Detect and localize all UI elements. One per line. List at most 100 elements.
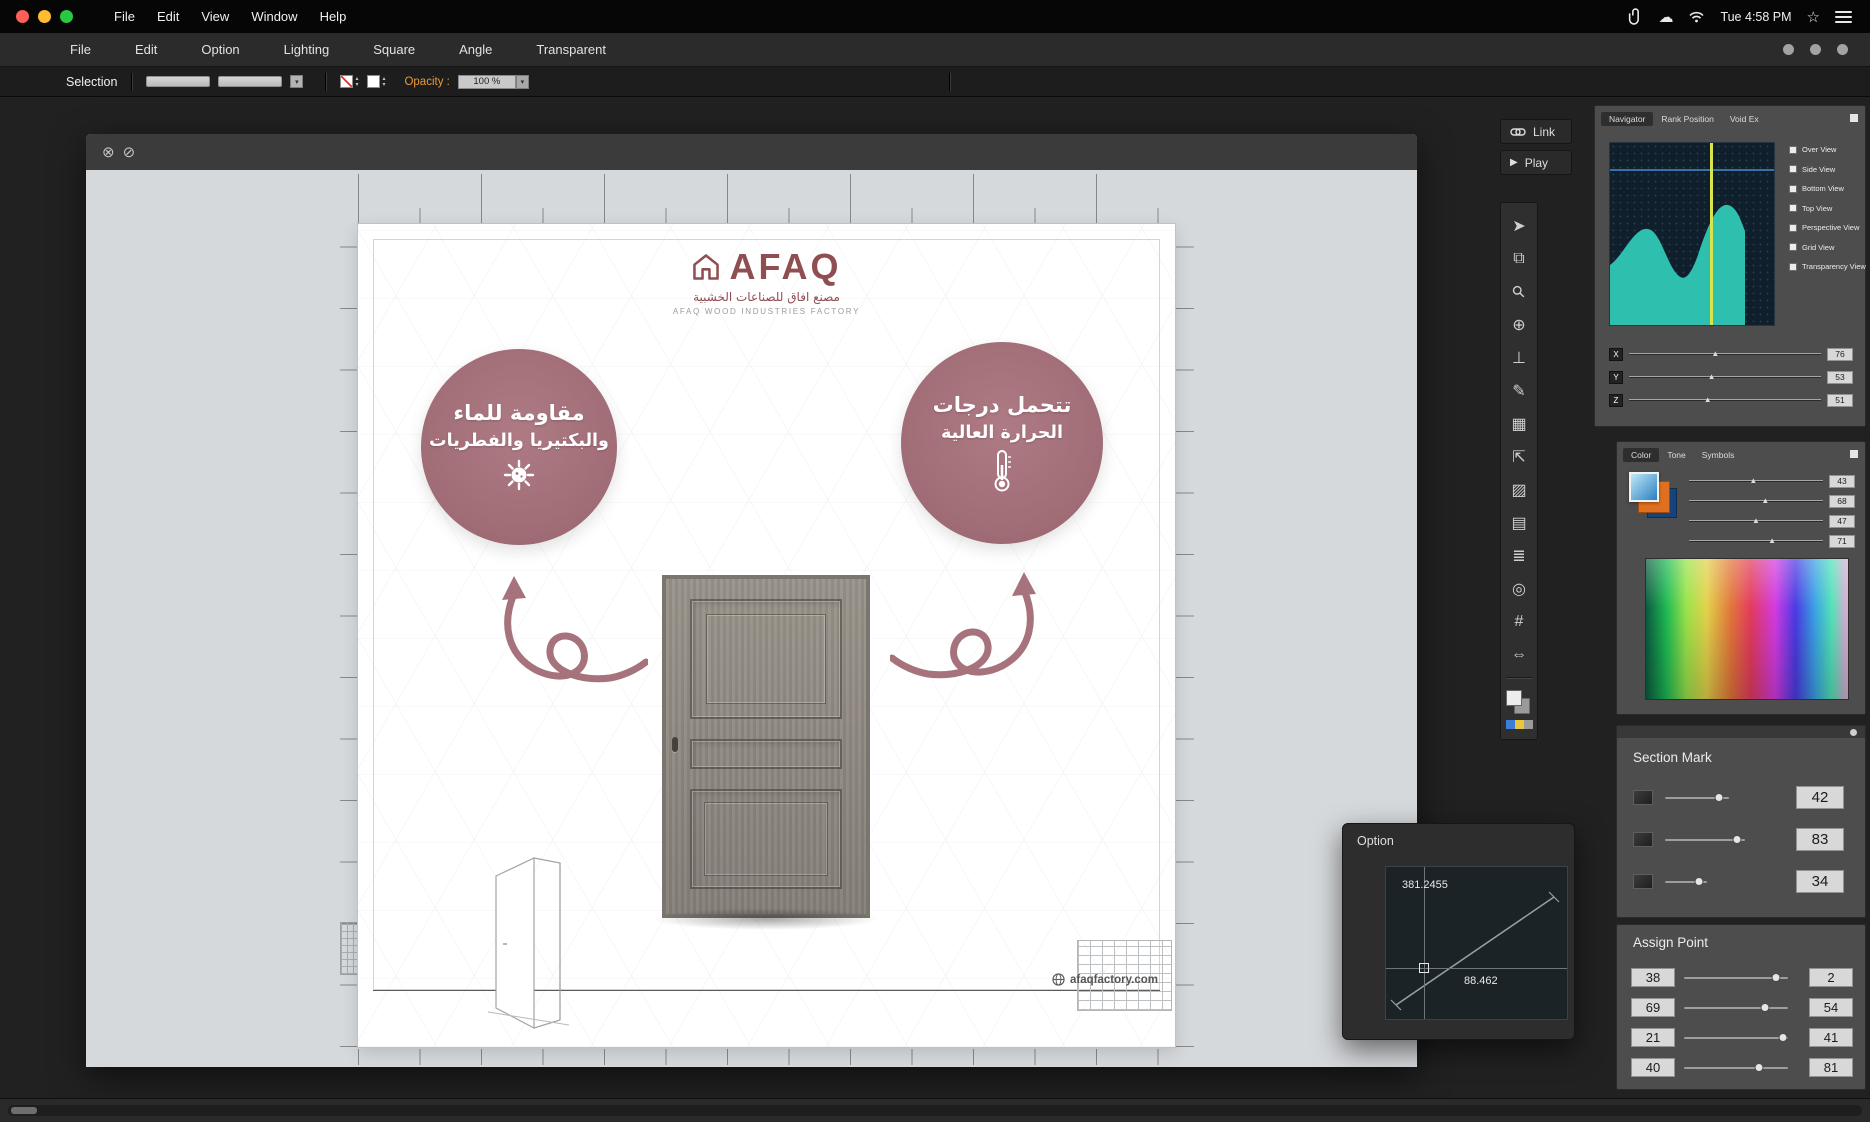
brush-size-slider[interactable] bbox=[218, 76, 282, 87]
assign-left-value-3[interactable]: 21 bbox=[1631, 1028, 1675, 1047]
mini-color-bar[interactable] bbox=[1506, 720, 1533, 729]
tab-color[interactable]: Color bbox=[1623, 448, 1659, 462]
checkbox-over-view[interactable] bbox=[1789, 146, 1797, 154]
paperclip-icon[interactable] bbox=[1628, 8, 1643, 25]
app-menu-option[interactable]: Option bbox=[179, 42, 261, 57]
navigator-preview[interactable] bbox=[1609, 142, 1775, 326]
panel-options-icon[interactable] bbox=[1850, 114, 1858, 122]
option-curve-editor[interactable]: 381.2455 88.462 bbox=[1385, 866, 1568, 1020]
app-menu-lighting[interactable]: Lighting bbox=[262, 42, 352, 57]
opacity-value-field[interactable]: 100 % bbox=[458, 75, 516, 89]
link-button[interactable]: Link bbox=[1500, 119, 1572, 144]
section-slider-1[interactable] bbox=[1665, 793, 1729, 802]
assign-left-value-1[interactable]: 38 bbox=[1631, 968, 1675, 987]
send-tool-icon[interactable]: ➤ bbox=[1500, 209, 1538, 242]
section-value-3[interactable]: 34 bbox=[1796, 870, 1844, 893]
document-titlebar[interactable]: ⊗ ⊘ bbox=[86, 134, 1417, 170]
color-value-3[interactable]: 47 bbox=[1829, 515, 1855, 528]
checkbox-top-view[interactable] bbox=[1789, 204, 1797, 212]
app-menu-square[interactable]: Square bbox=[351, 42, 437, 57]
inspect-tool-icon[interactable]: ⊕ bbox=[1500, 308, 1538, 341]
panel-options-icon[interactable] bbox=[1850, 450, 1858, 458]
hamburger-menu-icon[interactable] bbox=[1835, 11, 1852, 23]
section-value-1[interactable]: 42 bbox=[1796, 786, 1844, 809]
section-slider-2[interactable] bbox=[1665, 835, 1745, 844]
option-anchor-point[interactable] bbox=[1419, 963, 1429, 973]
tab-tone[interactable]: Tone bbox=[1659, 448, 1693, 462]
tab-navigator[interactable]: Navigator bbox=[1601, 112, 1653, 126]
document-canvas[interactable]: AFAQ مصنع افاق للصناعات الخشبية AFAQ WOO… bbox=[86, 170, 1417, 1067]
section-value-2[interactable]: 83 bbox=[1796, 828, 1844, 851]
assign-left-value-2[interactable]: 69 bbox=[1631, 998, 1675, 1017]
menu-edit[interactable]: Edit bbox=[146, 9, 190, 24]
y-axis-slider[interactable]: ▲ bbox=[1629, 371, 1821, 383]
app-menu-transparent[interactable]: Transparent bbox=[514, 42, 628, 57]
color-value-4[interactable]: 71 bbox=[1829, 535, 1855, 548]
star-icon[interactable]: ☆ bbox=[1807, 8, 1820, 26]
menu-view[interactable]: View bbox=[190, 9, 240, 24]
z-axis-value[interactable]: 51 bbox=[1827, 394, 1853, 407]
clamp-tool-icon[interactable]: ⊥ bbox=[1500, 341, 1538, 374]
wifi-icon[interactable] bbox=[1688, 10, 1705, 23]
tab-void-ex[interactable]: Void Ex bbox=[1722, 112, 1767, 126]
color-slider-2[interactable]: ▲ bbox=[1689, 495, 1823, 507]
assign-right-value-4[interactable]: 81 bbox=[1809, 1058, 1853, 1077]
tab-symbols[interactable]: Symbols bbox=[1694, 448, 1743, 462]
hash-tool-icon[interactable]: # bbox=[1500, 605, 1538, 638]
zoom-tool-icon[interactable]: ⚲ bbox=[1500, 275, 1538, 308]
cloud-icon[interactable]: ☁ bbox=[1658, 8, 1673, 26]
duplicate-tool-icon[interactable]: ⧉ bbox=[1500, 242, 1538, 275]
color-spectrum-picker[interactable] bbox=[1645, 558, 1849, 700]
assign-slider-2[interactable] bbox=[1684, 1003, 1788, 1012]
columns-tool-icon[interactable]: ▤ bbox=[1500, 506, 1538, 539]
assign-slider-1[interactable] bbox=[1684, 973, 1788, 982]
z-axis-slider[interactable]: ▲ bbox=[1629, 394, 1821, 406]
stroke-stepper[interactable]: ▴▾ bbox=[355, 76, 358, 88]
slider-dropdown-icon[interactable]: ▾ bbox=[290, 75, 303, 88]
x-axis-slider[interactable]: ▲ bbox=[1629, 348, 1821, 360]
export-tool-icon[interactable]: ⇱ bbox=[1500, 440, 1538, 473]
menu-file[interactable]: File bbox=[103, 9, 146, 24]
fill-color-swatch[interactable] bbox=[367, 75, 380, 88]
assign-left-value-4[interactable]: 40 bbox=[1631, 1058, 1675, 1077]
pattern-tool-icon[interactable]: ▦ bbox=[1500, 407, 1538, 440]
assign-slider-3[interactable] bbox=[1684, 1033, 1788, 1042]
color-slider-1[interactable]: ▲ bbox=[1689, 475, 1823, 487]
lens-tool-icon[interactable]: ◎ bbox=[1500, 572, 1538, 605]
color-swatch-stack[interactable] bbox=[1629, 472, 1681, 524]
app-control-dot-3[interactable] bbox=[1837, 44, 1848, 55]
color-slider-4[interactable]: ▲ bbox=[1689, 535, 1823, 547]
checkbox-side-view[interactable] bbox=[1789, 165, 1797, 173]
x-axis-value[interactable]: 76 bbox=[1827, 348, 1853, 361]
gradient-tool-icon[interactable]: ▨ bbox=[1500, 473, 1538, 506]
checkbox-bottom-view[interactable] bbox=[1789, 185, 1797, 193]
assign-right-value-3[interactable]: 41 bbox=[1809, 1028, 1853, 1047]
app-menu-edit[interactable]: Edit bbox=[113, 42, 179, 57]
pen-tool-icon[interactable]: ✎ bbox=[1500, 374, 1538, 407]
stroke-color-swatch[interactable] bbox=[340, 75, 353, 88]
adjust-tool-icon[interactable]: ≣ bbox=[1500, 539, 1538, 572]
section-swatch-1[interactable] bbox=[1633, 790, 1653, 805]
close-window-button[interactable] bbox=[16, 10, 29, 23]
app-menu-angle[interactable]: Angle bbox=[437, 42, 514, 57]
checkbox-perspective-view[interactable] bbox=[1789, 224, 1797, 232]
panel-collapse-icon[interactable] bbox=[1850, 729, 1857, 736]
checkbox-transparency-view[interactable] bbox=[1789, 263, 1797, 271]
resize-tool-icon[interactable]: ⇔ bbox=[1500, 638, 1538, 671]
app-menu-file[interactable]: File bbox=[48, 42, 113, 57]
color-slider-3[interactable]: ▲ bbox=[1689, 515, 1823, 527]
color-value-2[interactable]: 68 bbox=[1829, 495, 1855, 508]
minimize-window-button[interactable] bbox=[38, 10, 51, 23]
assign-slider-4[interactable] bbox=[1684, 1063, 1788, 1072]
tab-rank-position[interactable]: Rank Position bbox=[1653, 112, 1721, 126]
disable-document-icon[interactable]: ⊘ bbox=[123, 143, 136, 161]
color-value-1[interactable]: 43 bbox=[1829, 475, 1855, 488]
assign-right-value-2[interactable]: 54 bbox=[1809, 998, 1853, 1017]
y-axis-value[interactable]: 53 bbox=[1827, 371, 1853, 384]
fill-stroke-swatches[interactable] bbox=[1506, 690, 1532, 716]
section-swatch-3[interactable] bbox=[1633, 874, 1653, 889]
app-control-dot-2[interactable] bbox=[1810, 44, 1821, 55]
navigator-marker-line[interactable] bbox=[1710, 143, 1713, 325]
checkbox-grid-view[interactable] bbox=[1789, 243, 1797, 251]
fill-stepper[interactable]: ▴▾ bbox=[382, 76, 385, 88]
